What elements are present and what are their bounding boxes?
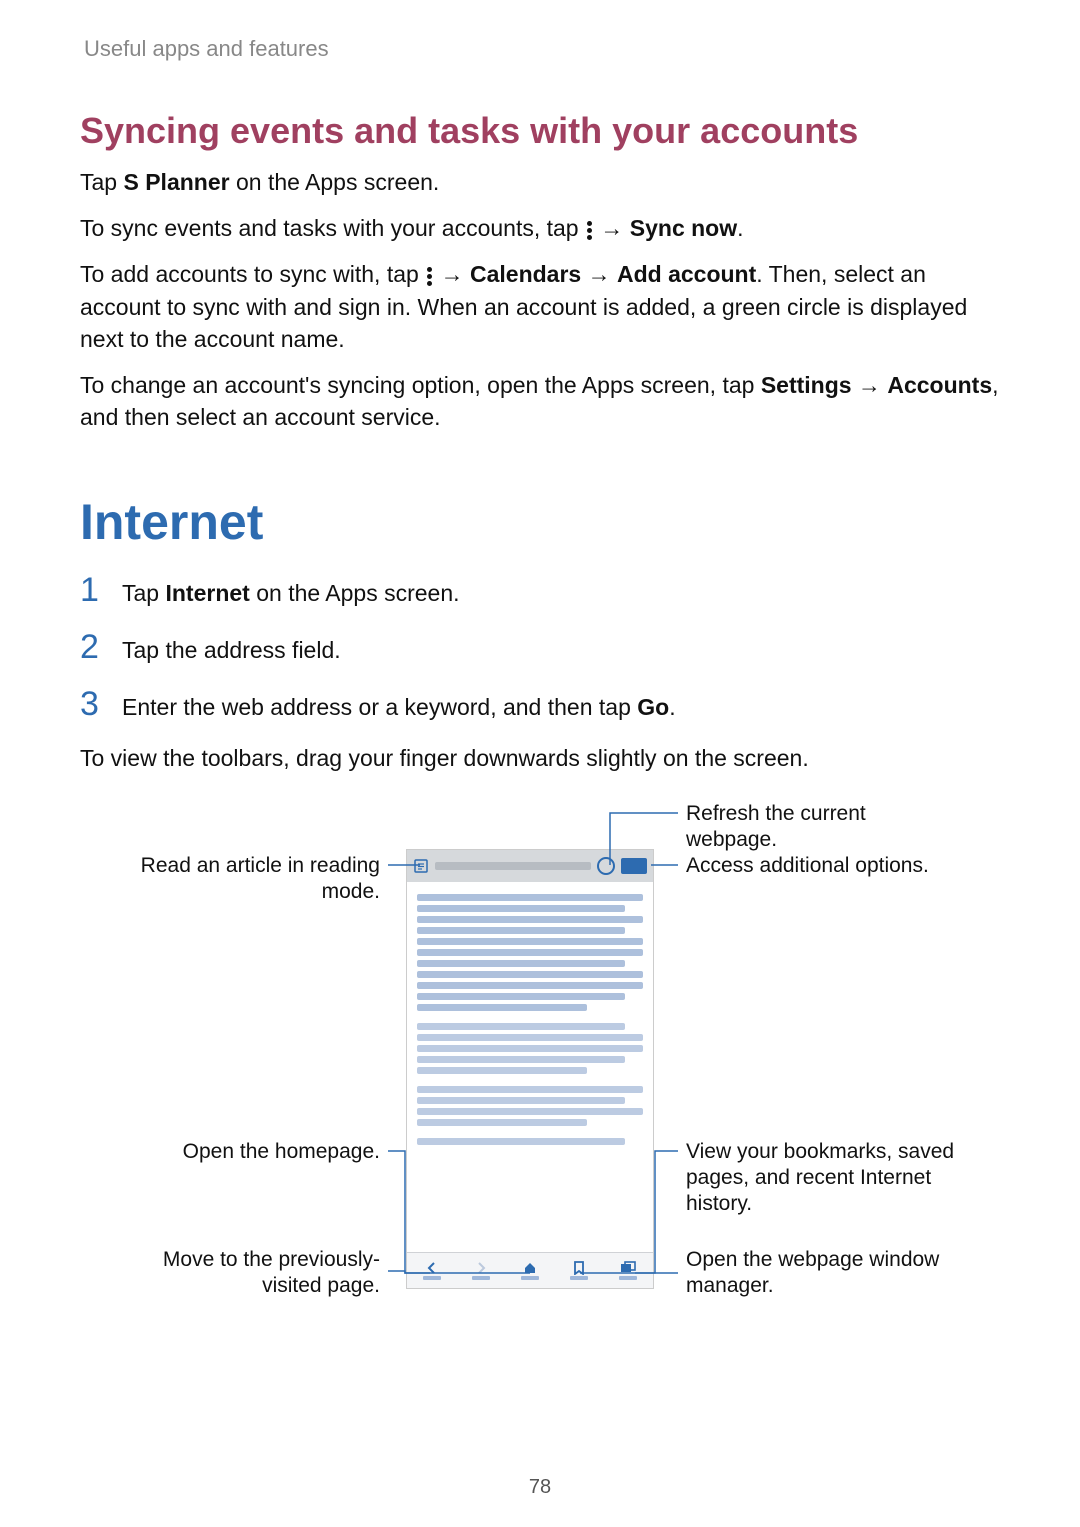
text: Tap [80, 169, 123, 195]
step-number: 2 [80, 628, 104, 667]
bold-internet: Internet [165, 580, 249, 606]
arrow: → [434, 261, 470, 287]
step-text: Enter the web address or a keyword, and … [122, 694, 676, 721]
step-number: 3 [80, 685, 104, 724]
numbered-steps: 1 Tap Internet on the Apps screen. 2 Tap… [80, 571, 1000, 724]
arrow: → [594, 215, 630, 241]
bold-calendars: Calendars [470, 261, 581, 287]
callout-homepage: Open the homepage. [110, 1139, 380, 1165]
bold-accounts: Accounts [887, 372, 992, 398]
arrow: → [852, 372, 888, 398]
bold-addaccount: Add account [617, 261, 756, 287]
section-title-internet: Internet [80, 493, 1000, 551]
bold-splanner: S Planner [123, 169, 229, 195]
step-3: 3 Enter the web address or a keyword, an… [80, 685, 1000, 724]
text: To sync events and tasks with your accou… [80, 215, 585, 241]
text: . [737, 215, 743, 241]
bold-syncnow: Sync now [630, 215, 737, 241]
breadcrumb: Useful apps and features [84, 36, 1000, 62]
step-1: 1 Tap Internet on the Apps screen. [80, 571, 1000, 610]
page-number: 78 [0, 1476, 1080, 1499]
more-options-icon [587, 221, 592, 240]
step-text: Tap the address field. [122, 637, 341, 664]
more-options-icon [427, 267, 432, 286]
step-2: 2 Tap the address field. [80, 628, 1000, 667]
text: Tap [122, 580, 165, 606]
text: . [669, 694, 675, 720]
para-sync-now: To sync events and tasks with your accou… [80, 212, 1000, 244]
step-number: 1 [80, 571, 104, 610]
text: Enter the web address or a keyword, and … [122, 694, 637, 720]
para-toolbars: To view the toolbars, drag your finger d… [80, 742, 1000, 774]
callout-window-manager: Open the webpage window manager. [686, 1247, 956, 1300]
para-tap-splanner: Tap S Planner on the Apps screen. [80, 166, 1000, 198]
bold-settings: Settings [761, 372, 852, 398]
callout-additional-options: Access additional options. [686, 853, 956, 879]
text: on the Apps screen. [230, 169, 440, 195]
internet-app-diagram: Refresh the current webpage. Read an art… [80, 793, 1000, 1353]
para-change-sync: To change an account's syncing option, o… [80, 369, 1000, 433]
callout-bookmarks: View your bookmarks, saved pages, and re… [686, 1139, 956, 1218]
para-add-account: To add accounts to sync with, tap → Cale… [80, 258, 1000, 355]
text: on the Apps screen. [250, 580, 460, 606]
subsection-title: Syncing events and tasks with your accou… [80, 110, 1000, 152]
arrow: → [581, 261, 617, 287]
callout-reading-mode: Read an article in reading mode. [110, 853, 380, 906]
callout-refresh: Refresh the current webpage. [686, 801, 956, 854]
step-text: Tap Internet on the Apps screen. [122, 580, 460, 607]
text: To change an account's syncing option, o… [80, 372, 761, 398]
text: To add accounts to sync with, tap [80, 261, 425, 287]
bold-go: Go [637, 694, 669, 720]
callout-back: Move to the previously-visited page. [110, 1247, 380, 1300]
